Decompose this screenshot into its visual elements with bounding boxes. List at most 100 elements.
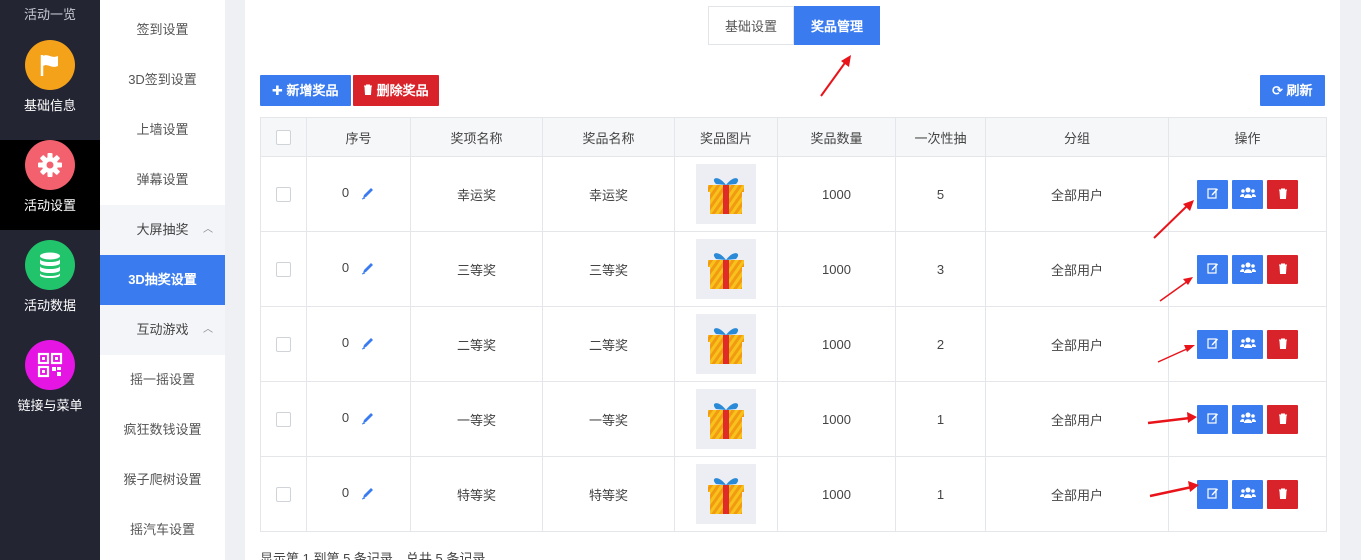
row-checkbox[interactable] — [276, 262, 291, 278]
nav-item-links-menu[interactable]: 链接与菜单 — [0, 340, 100, 430]
annotation-arrow-row-5 — [1149, 481, 1199, 498]
subnav-item-count-money-settings[interactable]: 疯狂数钱设置 — [100, 405, 225, 455]
pencil-icon[interactable] — [361, 186, 375, 203]
flag-icon — [25, 40, 75, 90]
row-checkbox[interactable] — [276, 412, 291, 428]
header-group[interactable]: 分组 — [985, 117, 1169, 157]
once-draw-cell: 1 — [895, 381, 986, 457]
tab-prize-management[interactable]: 奖品管理 — [794, 6, 881, 45]
subnav-item-danmaku-settings[interactable]: 弹幕设置 — [100, 155, 225, 205]
refresh-icon: ⟳ — [1272, 83, 1283, 98]
delete-prize-label: 删除奖品 — [376, 83, 429, 98]
row-select-cell[interactable] — [260, 156, 307, 232]
nav-item-basic-info[interactable]: 基础信息 — [0, 40, 100, 130]
nav-item-activity-list[interactable]: 活动一览 — [0, 0, 100, 30]
row-select-cell[interactable] — [260, 456, 307, 532]
header-once-draw[interactable]: 一次性抽 — [895, 117, 986, 157]
subnav-group-big-screen-lottery[interactable]: 大屏抽奖 ︿ — [100, 205, 225, 255]
group-users-button[interactable] — [1232, 179, 1263, 209]
pencil-icon[interactable] — [361, 411, 375, 428]
prize-image-cell — [674, 306, 778, 382]
delete-row-button[interactable] — [1267, 329, 1298, 359]
tab-basic-settings[interactable]: 基础设置 — [708, 6, 795, 45]
group-users-button[interactable] — [1232, 329, 1263, 359]
nav-item-activity-data[interactable]: 活动数据 — [0, 240, 100, 330]
seq-cell: 0 — [306, 381, 411, 457]
pencil-icon[interactable] — [361, 336, 375, 353]
group-users-button[interactable] — [1232, 254, 1263, 284]
header-award-name[interactable]: 奖项名称 — [410, 117, 543, 157]
header-actions: 操作 — [1168, 117, 1327, 157]
subnav-item-wall-settings[interactable]: 上墙设置 — [100, 105, 225, 155]
annotation-arrow-row-3 — [1157, 345, 1195, 363]
award-name-cell: 幸运奖 — [410, 156, 543, 232]
add-prize-label: 新增奖品 — [286, 83, 339, 98]
prize-name-cell: 幸运奖 — [542, 156, 675, 232]
edit-icon — [1206, 262, 1219, 277]
delete-row-button[interactable] — [1267, 179, 1298, 209]
header-select-all[interactable] — [260, 117, 307, 157]
pencil-icon[interactable] — [361, 261, 375, 278]
subnav-item-shake-settings[interactable]: 摇一摇设置 — [100, 355, 225, 405]
prize-name-cell: 一等奖 — [542, 381, 675, 457]
row-select-cell[interactable] — [260, 306, 307, 382]
subnav-item-3d-lottery-settings[interactable]: 3D抽奖设置 — [100, 255, 225, 305]
prize-name-cell: 特等奖 — [542, 456, 675, 532]
subnav-group-label: 互动游戏 — [136, 322, 189, 337]
edit-icon — [1206, 187, 1219, 202]
delete-row-button[interactable] — [1267, 479, 1298, 509]
delete-row-button[interactable] — [1267, 404, 1298, 434]
annotation-arrow-tab — [820, 55, 851, 97]
gift-image — [696, 464, 756, 524]
subnav-group-interactive-games[interactable]: 互动游戏 ︿ — [100, 305, 225, 355]
row-checkbox[interactable] — [276, 337, 291, 353]
header-seq[interactable]: 序号 — [306, 117, 411, 157]
prize-name-cell: 二等奖 — [542, 306, 675, 382]
edit-button[interactable] — [1197, 329, 1228, 359]
annotation-arrow-row-1 — [1153, 200, 1194, 239]
delete-row-button[interactable] — [1267, 254, 1298, 284]
seq-value: 0 — [341, 185, 350, 201]
subnav-item-monkey-climb-settings[interactable]: 猴子爬树设置 — [100, 455, 225, 505]
subnav-item-shake-car-settings[interactable]: 摇汽车设置 — [100, 505, 225, 555]
row-checkbox[interactable] — [276, 487, 291, 503]
edit-button[interactable] — [1197, 479, 1228, 509]
select-all-checkbox[interactable] — [276, 130, 291, 146]
group-cell: 全部用户 — [985, 156, 1169, 232]
delete-prize-button[interactable]: 删除奖品 — [353, 75, 439, 106]
edit-button[interactable] — [1197, 404, 1228, 434]
group-users-button[interactable] — [1232, 404, 1263, 434]
header-prize-count[interactable]: 奖品数量 — [777, 117, 896, 157]
seq-cell: 0 — [306, 306, 411, 382]
nav-label: 活动设置 — [23, 198, 76, 213]
once-draw-cell: 1 — [895, 456, 986, 532]
subnav-item-3d-checkin-settings[interactable]: 3D签到设置 — [100, 55, 225, 105]
group-cell: 全部用户 — [985, 231, 1169, 307]
nav-label: 活动数据 — [23, 298, 76, 313]
add-prize-button[interactable]: ✚ 新增奖品 — [260, 75, 351, 106]
prize-image-cell — [674, 381, 778, 457]
row-select-cell[interactable] — [260, 231, 307, 307]
group-cell: 全部用户 — [985, 381, 1169, 457]
edit-icon — [1206, 337, 1219, 352]
row-select-cell[interactable] — [260, 381, 307, 457]
table-header-row: 序号 奖项名称 奖品名称 奖品图片 奖品数量 一次性抽 分组 操作 — [260, 117, 1327, 157]
gift-image — [696, 239, 756, 299]
edit-button[interactable] — [1197, 254, 1228, 284]
gift-image — [696, 314, 756, 374]
group-users-button[interactable] — [1232, 479, 1263, 509]
refresh-button[interactable]: ⟳ 刷新 — [1260, 75, 1325, 106]
seq-cell: 0 — [306, 456, 411, 532]
edit-icon — [1206, 412, 1219, 427]
subnav-item-checkin-settings[interactable]: 签到设置 — [100, 0, 225, 55]
seq-value: 0 — [341, 335, 350, 351]
nav-item-activity-settings[interactable]: 活动设置 — [0, 140, 100, 230]
pencil-icon[interactable] — [361, 486, 375, 503]
chevron-up-icon: ︿ — [203, 324, 213, 335]
row-checkbox[interactable] — [276, 187, 291, 203]
gift-image — [696, 389, 756, 449]
edit-button[interactable] — [1197, 179, 1228, 209]
header-prize-name[interactable]: 奖品名称 — [542, 117, 675, 157]
header-prize-image[interactable]: 奖品图片 — [674, 117, 778, 157]
trash-icon — [1278, 412, 1288, 427]
